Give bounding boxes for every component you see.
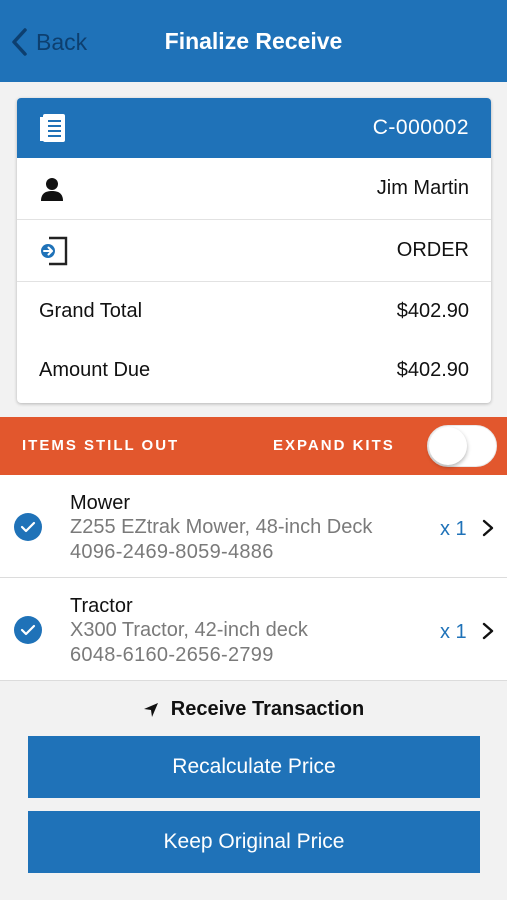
expand-kits-toggle[interactable] bbox=[427, 425, 497, 467]
summary-card: C-000002 Jim Martin ORDER Grand Total $4… bbox=[17, 98, 491, 403]
amount-due-label: Amount Due bbox=[39, 359, 151, 381]
receive-transaction-label: Receive Transaction bbox=[0, 698, 507, 721]
items-section-header: ITEMS STILL OUT EXPAND KITS bbox=[0, 417, 507, 475]
items-list: Mower Z255 EZtrak Mower, 48-inch Deck 40… bbox=[0, 475, 507, 681]
customer-row: Jim Martin bbox=[17, 158, 491, 220]
item-quantity: x 1 bbox=[440, 518, 467, 540]
expand-kits-label: EXPAND KITS bbox=[273, 437, 395, 454]
chevron-right-icon bbox=[482, 519, 494, 537]
receive-transaction-text: Receive Transaction bbox=[170, 698, 365, 720]
toggle-knob bbox=[429, 427, 467, 465]
list-item[interactable]: Tractor X300 Tractor, 42-inch deck 6048-… bbox=[0, 578, 507, 681]
item-serial: 6048-6160-2656-2799 bbox=[70, 644, 274, 666]
sign-in-icon bbox=[41, 236, 68, 265]
person-icon bbox=[41, 177, 63, 201]
amount-due-row: Amount Due $402.90 bbox=[17, 341, 491, 400]
contract-header: C-000002 bbox=[17, 98, 491, 158]
contract-number: C-000002 bbox=[372, 116, 469, 139]
item-name: Mower bbox=[70, 492, 131, 514]
item-serial: 4096-2469-8059-4886 bbox=[70, 541, 274, 563]
item-description: X300 Tractor, 42-inch deck bbox=[70, 619, 308, 641]
transaction-type-row: ORDER bbox=[17, 220, 491, 282]
page-title: Finalize Receive bbox=[164, 28, 343, 54]
items-still-out-label: ITEMS STILL OUT bbox=[22, 437, 180, 454]
grand-total-label: Grand Total bbox=[39, 300, 143, 322]
item-name: Tractor bbox=[70, 595, 133, 617]
keep-original-price-button[interactable]: Keep Original Price bbox=[28, 811, 480, 873]
transaction-type: ORDER bbox=[396, 239, 469, 261]
document-icon bbox=[40, 114, 65, 142]
location-arrow-icon bbox=[143, 702, 158, 717]
item-quantity: x 1 bbox=[440, 621, 467, 643]
recalculate-price-button[interactable]: Recalculate Price bbox=[28, 736, 480, 798]
list-item[interactable]: Mower Z255 EZtrak Mower, 48-inch Deck 40… bbox=[0, 475, 507, 578]
nav-bar: Back Finalize Receive bbox=[0, 0, 507, 82]
item-description: Z255 EZtrak Mower, 48-inch Deck bbox=[70, 516, 373, 538]
checkmark-icon[interactable] bbox=[14, 513, 42, 541]
grand-total-value: $402.90 bbox=[396, 300, 469, 322]
amount-due-value: $402.90 bbox=[396, 359, 469, 381]
checkmark-icon[interactable] bbox=[14, 616, 42, 644]
grand-total-row: Grand Total $402.90 bbox=[17, 282, 491, 341]
chevron-right-icon bbox=[482, 622, 494, 640]
customer-name: Jim Martin bbox=[376, 177, 469, 199]
